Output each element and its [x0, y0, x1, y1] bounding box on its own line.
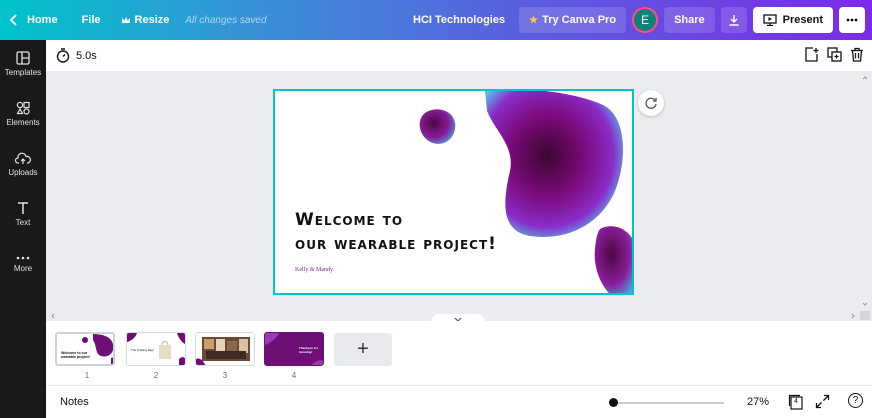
vertical-scrollbar[interactable]	[858, 71, 872, 321]
add-page-button[interactable]: +	[334, 333, 392, 366]
slide-canvas[interactable]: Welcome to our wearable project! Kelly &…	[273, 89, 634, 295]
delete-page-icon[interactable]	[850, 47, 864, 62]
resize-button[interactable]: Resize	[113, 0, 178, 40]
sidebar-item-more[interactable]: More	[0, 242, 46, 286]
footer-bar: Notes 27% 4 ?	[46, 385, 872, 418]
page-count-button[interactable]: 4	[788, 394, 804, 413]
scroll-down-icon[interactable]	[858, 299, 872, 309]
more-icon	[16, 256, 30, 260]
page-thumbnail-3[interactable]	[195, 332, 255, 366]
try-pro-button[interactable]: ★ Try Canva Pro	[519, 7, 627, 33]
resize-label: Resize	[134, 14, 170, 26]
page-count: 4	[794, 398, 798, 405]
page-actions	[804, 47, 864, 62]
page-number: 2	[153, 371, 159, 380]
present-button[interactable]: Present	[752, 7, 833, 33]
refresh-icon	[645, 97, 657, 109]
ellipsis-icon	[846, 18, 858, 22]
duplicate-page-icon[interactable]	[827, 47, 842, 62]
present-label: Present	[782, 14, 823, 26]
thumbnail-title: Thankyou for listening!	[299, 346, 319, 354]
slide-title-line-2: our wearable project!	[295, 234, 497, 254]
scrollbar-thumb[interactable]	[860, 311, 870, 320]
sidebar-item-elements[interactable]: Elements	[0, 92, 46, 136]
file-label: File	[81, 14, 101, 26]
elements-icon	[16, 101, 30, 115]
notes-button[interactable]: Notes	[60, 396, 89, 408]
sidebar-item-label: Uploads	[8, 167, 38, 177]
uploads-icon	[15, 152, 31, 164]
home-button[interactable]: Home	[0, 0, 66, 40]
expand-icon	[815, 394, 830, 409]
templates-icon	[16, 51, 30, 65]
present-icon	[762, 14, 777, 26]
stopwatch-icon	[56, 48, 70, 63]
home-label: Home	[27, 14, 58, 26]
team-name[interactable]: HCI Technologies	[405, 0, 513, 40]
zoom-slider-handle[interactable]	[609, 398, 618, 407]
page-thumbnail-2[interactable]: The Knitting bag!	[126, 332, 186, 366]
chevron-left-icon	[10, 14, 17, 26]
sidebar-item-label: Templates	[4, 68, 42, 77]
scroll-right-icon[interactable]	[848, 311, 858, 321]
page-number: 4	[291, 371, 297, 380]
sidebar-item-label: Text	[15, 218, 31, 227]
zoom-level[interactable]: 27%	[747, 396, 769, 408]
sidebar-item-uploads[interactable]: Uploads	[0, 142, 46, 186]
page-number: 1	[84, 371, 90, 380]
download-button[interactable]	[720, 7, 747, 33]
thumbnail-photo-graphic	[196, 333, 254, 365]
top-toolbar: Home File Resize All changes saved HCI T…	[0, 0, 872, 40]
save-status: All changes saved	[185, 14, 267, 26]
sidebar: Templates Elements Uploads Text More	[0, 40, 46, 418]
purple-blob-graphic	[419, 91, 632, 293]
refresh-animation-button[interactable]	[638, 90, 664, 116]
thumbnail-blob-graphic	[82, 334, 113, 364]
timing-button[interactable]: 5.0s	[56, 48, 97, 63]
zoom-slider[interactable]	[612, 402, 724, 404]
scroll-left-icon[interactable]	[48, 311, 58, 321]
file-menu[interactable]: File	[74, 0, 109, 40]
page-number: 3	[222, 371, 228, 380]
add-page-icon[interactable]	[804, 47, 819, 62]
slide-title-line-1: Welcome to	[295, 210, 404, 230]
share-button[interactable]: Share	[664, 7, 715, 33]
page-toolbar: 5.0s	[46, 40, 872, 71]
sidebar-item-templates[interactable]: Templates	[0, 42, 46, 86]
star-icon: ★	[529, 14, 539, 26]
sidebar-item-text[interactable]: Text	[0, 192, 46, 236]
duration-value: 5.0s	[76, 49, 97, 62]
page-thumbnail-4[interactable]: Thankyou for listening!	[264, 332, 324, 366]
try-pro-label: Try Canva Pro	[542, 14, 617, 26]
crown-icon	[121, 16, 130, 23]
thumbnail-title: Welcome to our wearable project!	[61, 351, 90, 359]
text-icon	[18, 202, 28, 214]
pages-strip: Welcome to our wearable project! 1 The K…	[46, 321, 872, 385]
thumbnail-title: The Knitting bag!	[131, 348, 154, 352]
avatar[interactable]: E	[632, 7, 659, 33]
download-icon	[729, 15, 739, 26]
page-thumbnail-1[interactable]: Welcome to our wearable project!	[55, 332, 115, 366]
scroll-up-icon[interactable]	[858, 73, 872, 83]
help-button[interactable]: ?	[848, 393, 863, 408]
sidebar-item-label: Elements	[6, 118, 40, 127]
fullscreen-button[interactable]	[815, 394, 830, 412]
sidebar-item-label: More	[13, 264, 33, 273]
slide-title[interactable]: Welcome to our wearable project!	[295, 208, 497, 256]
share-label: Share	[674, 14, 705, 26]
slide-author[interactable]: Kelly & Mandy	[295, 267, 333, 273]
more-options-button[interactable]	[839, 7, 865, 33]
